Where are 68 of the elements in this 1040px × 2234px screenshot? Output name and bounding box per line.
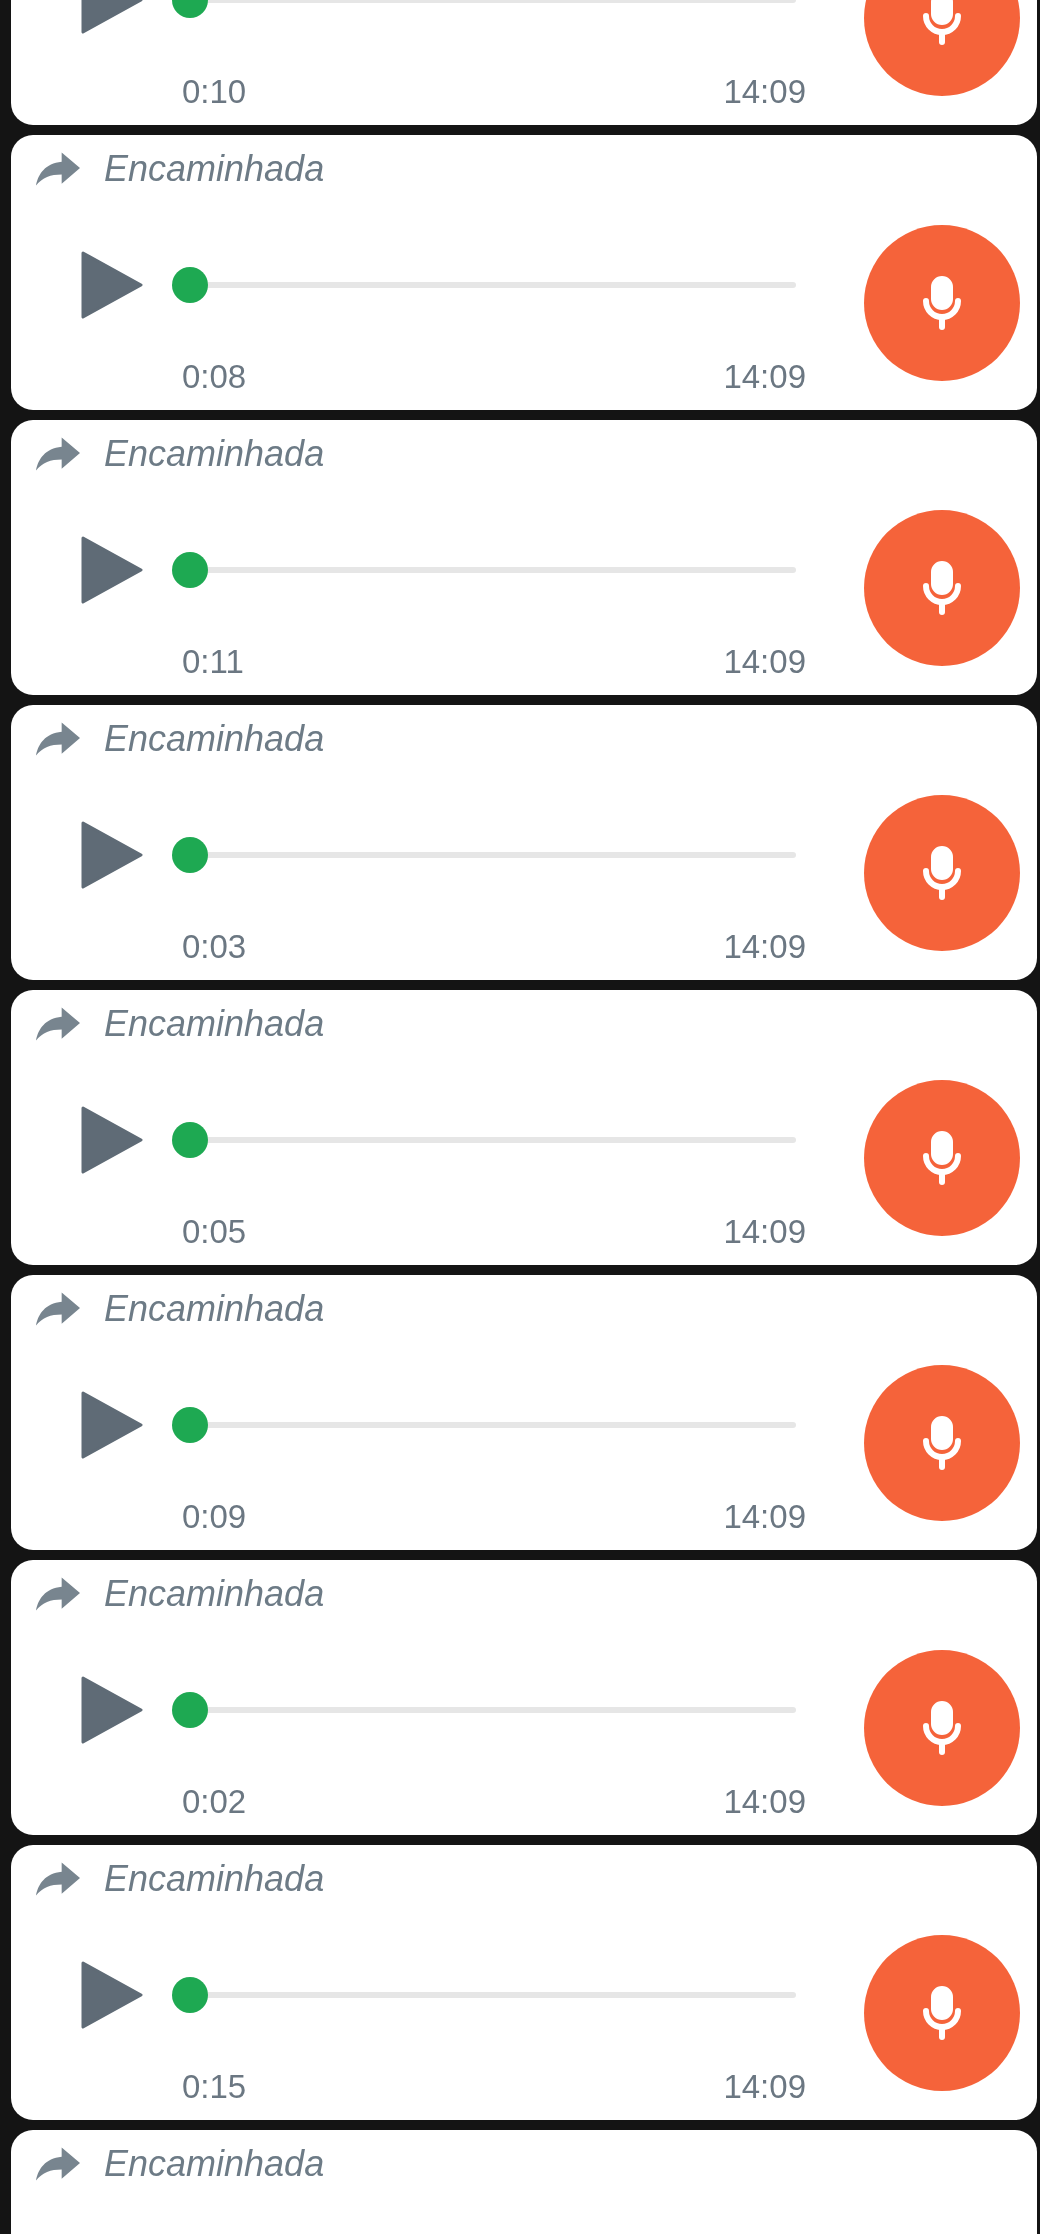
timestamp: 14:09	[723, 1497, 806, 1537]
seek-thumb[interactable]	[172, 837, 208, 873]
microphone-icon	[922, 1985, 962, 2041]
seek-bar[interactable]	[172, 1977, 796, 2013]
seek-bar[interactable]	[172, 552, 796, 588]
forwarded-label: Encaminhada	[104, 1573, 325, 1615]
play-button[interactable]	[81, 1391, 143, 1459]
duration: 0:10	[182, 72, 247, 112]
play-button[interactable]	[81, 251, 143, 319]
forwarded-label: Encaminhada	[104, 1003, 325, 1045]
microphone-icon	[922, 560, 962, 616]
forward-icon	[36, 1007, 80, 1041]
duration: 0:11	[182, 642, 244, 682]
play-button[interactable]	[81, 1106, 143, 1174]
forwarded-label: Encaminhada	[104, 433, 325, 475]
microphone-icon	[922, 1130, 962, 1186]
forward-icon	[36, 1292, 80, 1326]
forward-icon	[36, 152, 80, 186]
play-button[interactable]	[81, 536, 143, 604]
timestamp: 14:09	[723, 1212, 806, 1252]
seek-thumb[interactable]	[172, 552, 208, 588]
forwarded-label: Encaminhada	[104, 1858, 325, 1900]
forward-icon	[36, 722, 80, 756]
seek-bar[interactable]	[172, 1692, 796, 1728]
microphone-icon	[922, 0, 962, 46]
play-icon	[81, 251, 143, 319]
forward-icon	[36, 1577, 80, 1611]
seek-thumb[interactable]	[172, 1977, 208, 2013]
duration: 0:15	[182, 2067, 247, 2107]
seek-bar[interactable]	[172, 1122, 796, 1158]
microphone-icon	[922, 845, 962, 901]
seek-bar[interactable]	[172, 267, 796, 303]
play-button[interactable]	[81, 1961, 143, 2029]
seek-bar[interactable]	[172, 837, 796, 873]
duration: 0:05	[182, 1212, 247, 1252]
play-icon	[81, 536, 143, 604]
play-icon	[81, 1676, 143, 1744]
duration: 0:03	[182, 927, 247, 967]
play-button[interactable]	[81, 1676, 143, 1744]
play-button[interactable]	[81, 821, 143, 889]
play-icon	[81, 1961, 143, 2029]
play-icon	[81, 1106, 143, 1174]
forwarded-label: Encaminhada	[104, 718, 325, 760]
timestamp: 14:09	[723, 642, 806, 682]
forwarded-label: Encaminhada	[104, 148, 325, 190]
seek-thumb[interactable]	[172, 267, 208, 303]
forward-icon	[36, 1862, 80, 1896]
microphone-icon	[922, 1700, 962, 1756]
forward-icon	[36, 2147, 80, 2181]
play-icon	[81, 1391, 143, 1459]
timestamp: 14:09	[723, 72, 806, 112]
timestamp: 14:09	[723, 2067, 806, 2107]
duration: 0:09	[182, 1497, 247, 1537]
forwarded-label: Encaminhada	[104, 1288, 325, 1330]
microphone-icon	[922, 275, 962, 331]
timestamp: 14:09	[723, 927, 806, 967]
duration: 0:02	[182, 1782, 247, 1822]
timestamp: 14:09	[723, 357, 806, 397]
forwarded-label: Encaminhada	[104, 2143, 325, 2185]
seek-thumb[interactable]	[172, 1692, 208, 1728]
play-icon	[81, 821, 143, 889]
duration: 0:08	[182, 357, 247, 397]
seek-thumb[interactable]	[172, 1122, 208, 1158]
microphone-icon	[922, 1415, 962, 1471]
timestamp: 14:09	[723, 1782, 806, 1822]
forward-icon	[36, 437, 80, 471]
seek-thumb[interactable]	[172, 1407, 208, 1443]
seek-bar[interactable]	[172, 1407, 796, 1443]
